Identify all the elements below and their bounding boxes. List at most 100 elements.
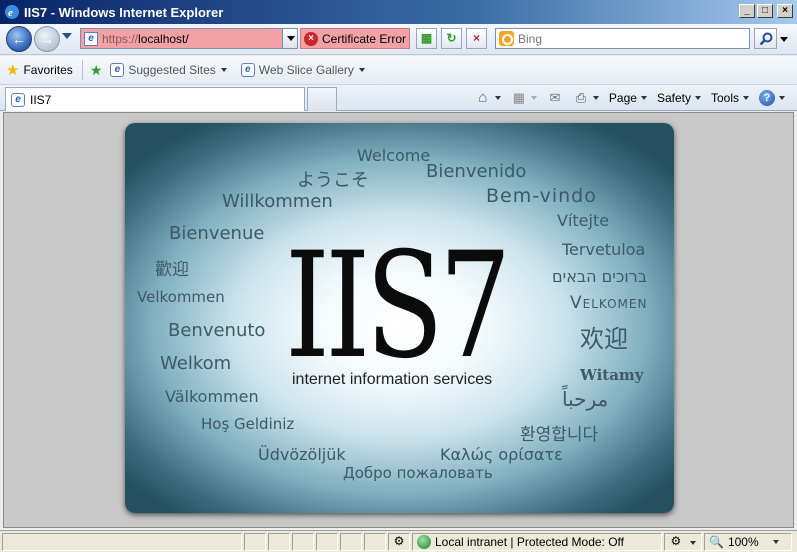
greeting-welkom: Welkom — [160, 353, 232, 374]
tools-menu-label: Tools — [710, 91, 739, 105]
page-menu[interactable]: Page — [605, 91, 651, 105]
greeting-benvenuto: Benvenuto — [168, 320, 266, 341]
help-icon: ? — [759, 90, 775, 106]
add-to-favorites-icon[interactable]: ★ — [90, 62, 103, 79]
ie-page-icon: e — [110, 63, 125, 77]
search-input[interactable] — [518, 31, 718, 46]
status-pane — [268, 532, 290, 551]
security-zone[interactable]: Local intranet | Protected Mode: Off — [412, 532, 662, 551]
close-button[interactable]: × — [777, 4, 793, 18]
favorites-label: Favorites — [23, 63, 73, 77]
search-box[interactable] — [495, 28, 750, 49]
new-tab-button[interactable] — [307, 87, 337, 111]
address-toolbar: ← → e https://localhost/ × Certificate E… — [0, 24, 797, 55]
forward-button[interactable]: → — [34, 26, 60, 52]
web-slice-gallery-link[interactable]: e Web Slice Gallery — [240, 63, 365, 77]
ie-page-icon: e — [11, 92, 25, 107]
zoom-icon: 🔍 — [709, 534, 724, 549]
greeting-valkommen: Välkommen — [165, 387, 259, 406]
greeting-velkomen: Velkomen — [570, 293, 648, 313]
page-content: Welcome ようこそ Bienvenido Bem-vindo Willko… — [3, 112, 794, 528]
web-slice-gallery-label: Web Slice Gallery — [258, 63, 354, 77]
suggested-sites-label: Suggested Sites — [128, 63, 216, 77]
window-controls: _ □ × — [739, 4, 793, 18]
address-url[interactable]: https://localhost/ — [102, 32, 189, 46]
back-button[interactable]: ← — [6, 26, 32, 52]
zoom-button[interactable]: 🔍 100% — [704, 532, 792, 551]
status-pane — [292, 532, 314, 551]
page-icon: e — [84, 31, 98, 46]
greeting-hebrew: ברוכים הבאים — [552, 267, 647, 286]
favorites-bar: ★ Favorites ★ e Suggested Sites e Web Sl… — [0, 56, 797, 85]
maximize-button[interactable]: □ — [757, 4, 773, 18]
printer-icon: ⎙ — [575, 90, 587, 105]
greeting-witamy: Witamy — [580, 366, 644, 384]
safety-menu-label: Safety — [656, 91, 691, 105]
zoom-level: 100% — [727, 534, 759, 549]
status-pane — [340, 532, 362, 551]
tab-iis7[interactable]: e IIS7 — [5, 87, 305, 111]
window-title: IIS7 - Windows Internet Explorer — [24, 4, 224, 20]
certificate-error-button[interactable]: × Certificate Error — [300, 28, 410, 49]
protected-mode-icon[interactable]: ⚙ — [388, 532, 410, 551]
bing-logo-icon — [499, 31, 514, 46]
greeting-hosgeldiniz: Hoş Geldiniz — [201, 415, 295, 433]
feeds-button[interactable]: ▦ — [507, 90, 541, 106]
minimize-button[interactable]: _ — [739, 4, 755, 18]
divider — [81, 60, 83, 80]
greeting-bienvenue: Bienvenue — [169, 223, 265, 244]
greeting-tervetuloa: Tervetuloa — [562, 240, 646, 259]
status-text — [2, 532, 242, 551]
greeting-vitejte: Vítejte — [557, 211, 610, 230]
greeting-bienvenido: Bienvenido — [426, 161, 527, 182]
refresh-button[interactable]: ↻ — [441, 28, 462, 49]
home-button[interactable]: ⌂ — [471, 90, 505, 106]
certificate-error-label: Certificate Error — [322, 31, 407, 46]
mail-icon: ✉ — [549, 90, 561, 105]
add-ons-button[interactable]: ⚙ — [664, 532, 702, 551]
read-mail-button[interactable]: ✉ — [543, 90, 567, 106]
tab-title: IIS7 — [30, 92, 52, 107]
suggested-sites-link[interactable]: e Suggested Sites — [110, 63, 227, 77]
greeting-willkommen: Willkommen — [222, 191, 333, 212]
search-icon — [759, 32, 773, 46]
ie-logo-icon: e — [5, 5, 19, 19]
greeting-velkommen: Velkommen — [137, 288, 225, 306]
greeting-bemvindo: Bem-vindo — [486, 185, 597, 207]
greeting-huanying-traditional: 歡迎 — [155, 260, 189, 280]
rss-feed-icon: ▦ — [512, 90, 526, 105]
star-icon: ★ — [6, 62, 20, 79]
greeting-udvozoljuk: Üdvözöljük — [258, 445, 346, 464]
iis7-welcome-banner[interactable]: Welcome ようこそ Bienvenido Bem-vindo Willko… — [125, 123, 674, 513]
help-menu[interactable]: ? — [755, 90, 789, 106]
greeting-welcome: Welcome — [357, 146, 431, 165]
status-bar: ⚙ Local intranet | Protected Mode: Off ⚙… — [0, 530, 797, 552]
status-pane — [316, 532, 338, 551]
page-menu-label: Page — [608, 91, 637, 105]
status-pane — [244, 532, 266, 551]
address-bar[interactable]: e https://localhost/ — [80, 28, 298, 49]
safety-menu[interactable]: Safety — [653, 91, 705, 105]
home-icon: ⌂ — [478, 89, 488, 106]
favorites-button[interactable]: ★ Favorites — [6, 61, 73, 79]
greeting-youkoso: ようこそ — [297, 170, 369, 191]
stop-button[interactable]: × — [466, 28, 487, 49]
search-button[interactable] — [754, 28, 777, 49]
command-bar: ⌂ ▦ ✉ ⎙ Page Safety Tools ? — [471, 88, 789, 108]
greeting-huanying: 欢迎 — [580, 325, 628, 353]
security-zone-label: Local intranet | Protected Mode: Off — [435, 534, 624, 549]
search-options-dropdown-icon[interactable] — [780, 37, 788, 42]
status-pane — [364, 532, 386, 551]
greeting-greek: Καλώς ορίσατε — [440, 445, 563, 464]
chevron-down-icon — [358, 68, 365, 72]
greeting-marhaban: مرحباً — [562, 387, 609, 411]
compatibility-view-button[interactable]: ▦ — [416, 28, 437, 49]
tools-menu[interactable]: Tools — [707, 91, 753, 105]
history-dropdown-icon[interactable] — [62, 33, 72, 39]
tab-bar: e IIS7 ⌂ ▦ ✉ ⎙ Page Safety Tools ? — [0, 85, 797, 111]
print-button[interactable]: ⎙ — [569, 90, 603, 106]
ie-page-icon: e — [240, 63, 255, 77]
iis7-subtitle: internet information services — [292, 371, 493, 388]
intranet-globe-icon — [417, 534, 431, 549]
address-dropdown-button[interactable] — [282, 29, 297, 48]
